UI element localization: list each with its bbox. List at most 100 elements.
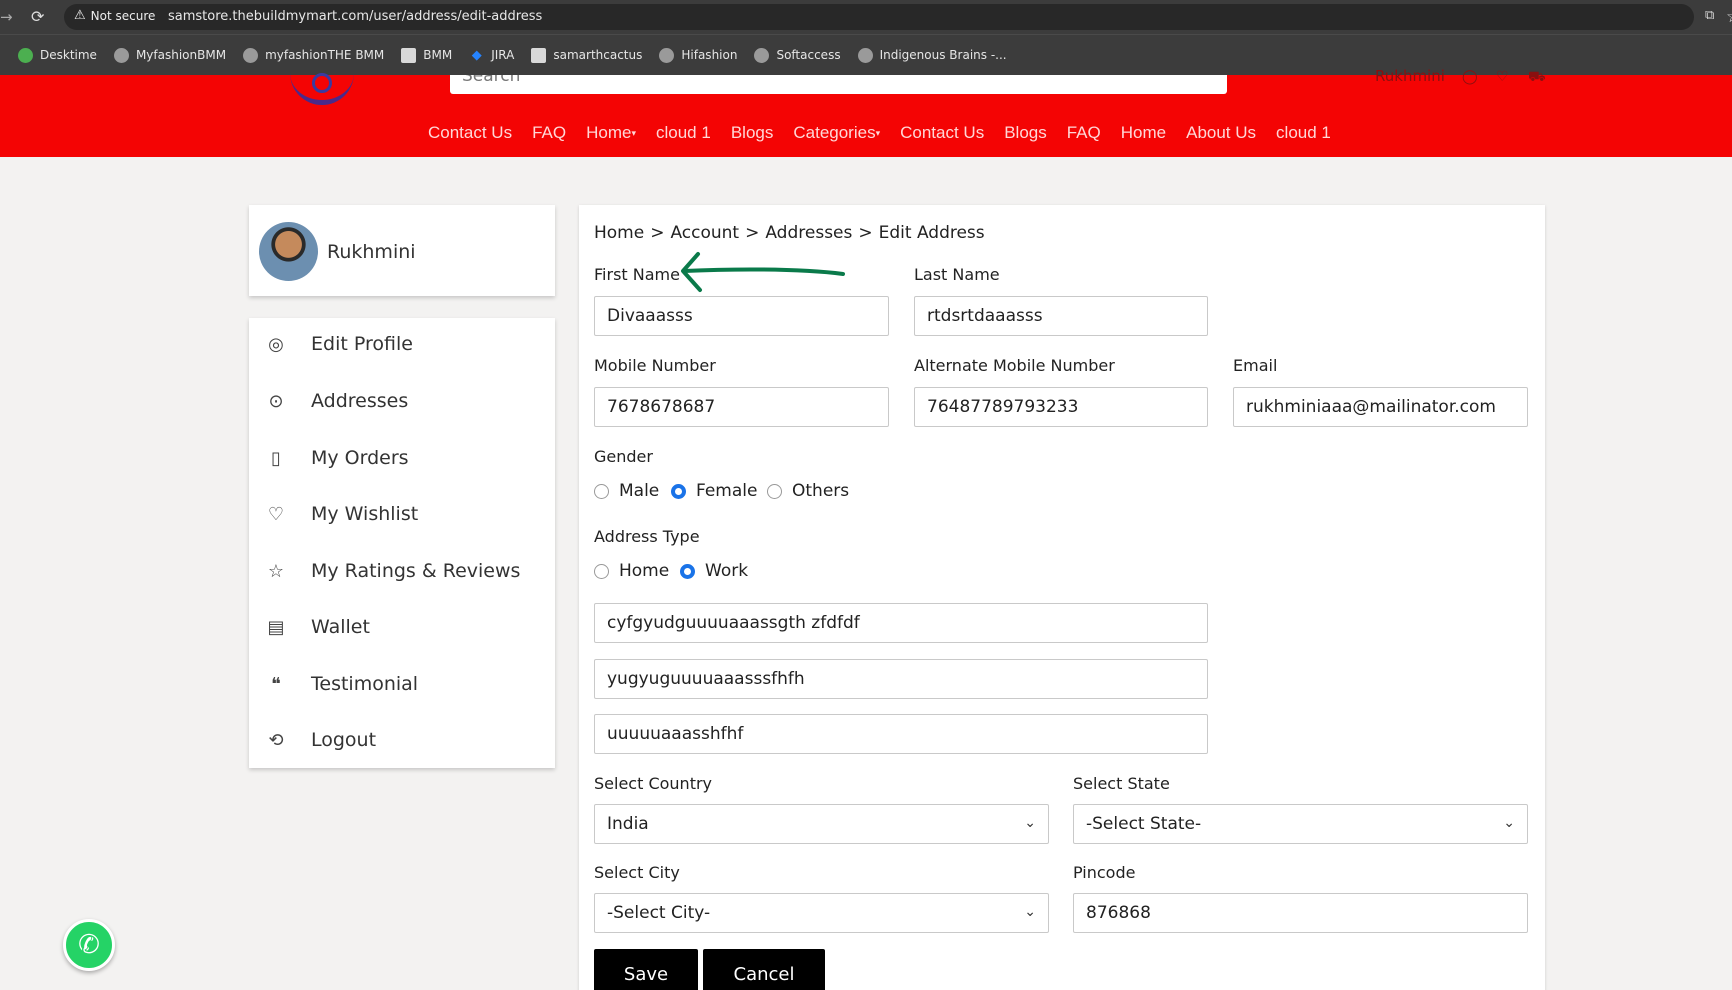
bookmark-bmm[interactable]: BMM xyxy=(401,47,452,63)
gender-label: Gender xyxy=(594,447,653,466)
save-button[interactable]: Save xyxy=(594,949,698,990)
caret-down-icon: ▾ xyxy=(631,128,636,139)
address-type-home-radio[interactable]: Home xyxy=(594,561,669,581)
annotation-arrow xyxy=(681,252,845,292)
radio-unchecked xyxy=(594,483,609,499)
last-name-field[interactable]: rtdsrtdaaasss xyxy=(914,296,1208,336)
security-indicator[interactable]: ⚠ Not secure xyxy=(74,8,155,23)
mobile-field[interactable]: 7678678687 xyxy=(594,387,889,427)
sidebar-item-wallet[interactable]: ▤ Wallet xyxy=(265,612,369,642)
pincode-field[interactable]: 876868 xyxy=(1073,893,1528,933)
last-name-label: Last Name xyxy=(914,265,1000,284)
forward-icon[interactable]: → xyxy=(0,8,13,26)
account-menu: ◎ Edit Profile ⊙ Addresses ▯ My Orders ♡ My … xyxy=(249,318,555,768)
bookmark-desktime[interactable]: Desktime xyxy=(18,47,97,63)
user-icon: ◎ xyxy=(268,333,284,355)
alt-mobile-label: Alternate Mobile Number xyxy=(914,356,1115,375)
sidebar-item-logout[interactable]: ⟲ Logout xyxy=(265,725,376,755)
gender-others-radio[interactable]: Others xyxy=(767,481,849,501)
radio-unchecked xyxy=(767,483,782,499)
nav-categories-dropdown[interactable]: Categories▾ xyxy=(793,123,880,143)
bookmark-myfashionbmm[interactable]: MyfashionBMM xyxy=(113,47,226,63)
email-field[interactable]: rukhminiaaa@mailinator.com xyxy=(1233,387,1528,427)
city-label: Select City xyxy=(594,863,680,882)
bookmark-softaccess[interactable]: Softaccess xyxy=(754,47,841,63)
nav-blogs[interactable]: Blogs xyxy=(731,123,774,143)
warning-icon: ⚠ xyxy=(74,8,86,23)
sidebar-item-testimonial[interactable]: ❝ Testimonial xyxy=(265,669,418,699)
nav-cloud-1[interactable]: cloud 1 xyxy=(656,123,711,143)
bookmark-jira[interactable]: ◆ JIRA xyxy=(469,48,515,63)
desktime-icon xyxy=(18,47,33,63)
breadcrumb-home[interactable]: Home xyxy=(594,223,644,243)
city-select[interactable]: -Select City- ⌄ xyxy=(594,893,1049,933)
user-icon[interactable]: ◯ xyxy=(1462,69,1478,85)
breadcrumb-account[interactable]: Account xyxy=(670,223,739,243)
address-bar[interactable]: ⚠ Not secure samstore.thebuildmymart.com… xyxy=(64,4,1732,30)
bookmark-samarthcactus[interactable]: samarthcactus xyxy=(531,47,642,63)
sidebar-item-my-orders[interactable]: ▯ My Orders xyxy=(265,443,409,473)
address-type-work-radio[interactable]: Work xyxy=(680,561,748,581)
profile-card: Rukhmini xyxy=(249,205,555,296)
bookmark-indigenous-brains[interactable]: Indigenous Brains -... xyxy=(857,47,1007,63)
address-line-3-field[interactable]: uuuuuaaasshfhf xyxy=(594,714,1208,754)
globe-icon xyxy=(754,47,770,63)
breadcrumb-edit-address: Edit Address xyxy=(878,223,985,243)
cart-icon[interactable]: ⛟ xyxy=(1528,69,1546,87)
nav-contact-us-2[interactable]: Contact Us xyxy=(900,123,984,143)
browser-toolbar: → ⟳ ⚠ Not secure samstore.thebuildmymart… xyxy=(0,0,1732,34)
radio-unchecked xyxy=(594,563,609,579)
caret-down-icon: ▾ xyxy=(875,128,881,139)
sidebar-item-edit-profile[interactable]: ◎ Edit Profile xyxy=(265,329,413,359)
first-name-field[interactable]: Divaaasss xyxy=(594,296,889,336)
whatsapp-chat-icon[interactable]: ✆ xyxy=(63,919,115,971)
bookmark-hifashion[interactable]: Hifashion xyxy=(659,47,737,63)
sidebar-item-my-wishlist[interactable]: ♡ My Wishlist xyxy=(265,499,418,529)
nav-contact-us[interactable]: Contact Us xyxy=(428,123,512,143)
mobile-label: Mobile Number xyxy=(594,356,716,375)
nav-home-2[interactable]: Home xyxy=(1121,123,1166,143)
breadcrumb-addresses[interactable]: Addresses xyxy=(765,223,852,243)
location-pin-icon: ⊙ xyxy=(268,390,284,412)
nav-faq-2[interactable]: FAQ xyxy=(1067,123,1101,143)
logout-icon: ⟲ xyxy=(268,729,284,751)
bookmark-star-icon[interactable]: ☆ xyxy=(1726,7,1732,27)
gender-male-radio[interactable]: Male xyxy=(594,481,659,501)
site-header: Search Rukhmini ◯ ♡ ⛟ Contact Us FAQ Hom… xyxy=(0,67,1732,157)
nav-cloud-1-2[interactable]: cloud 1 xyxy=(1276,123,1331,143)
chevron-down-icon: ⌄ xyxy=(1024,815,1036,831)
chevron-down-icon: ⌄ xyxy=(1503,815,1515,831)
edit-address-form: Home > Account > Addresses > Edit Addres… xyxy=(579,205,1545,990)
reload-icon[interactable]: ⟳ xyxy=(31,7,44,26)
globe-icon xyxy=(659,47,675,63)
gender-female-radio[interactable]: Female xyxy=(671,481,757,501)
nav-blogs-2[interactable]: Blogs xyxy=(1004,123,1047,143)
address-line-1-field[interactable]: cyfgyudguuuuaaassgth zfdfdf xyxy=(594,603,1208,643)
nav-faq[interactable]: FAQ xyxy=(532,123,566,143)
main-nav: Contact Us FAQ Home▾ cloud 1 Blogs Categ… xyxy=(428,123,1351,143)
sidebar-item-ratings-reviews[interactable]: ☆ My Ratings & Reviews xyxy=(265,556,521,586)
cancel-button[interactable]: Cancel xyxy=(703,949,825,990)
site-logo[interactable] xyxy=(290,69,354,105)
globe-icon xyxy=(857,47,873,63)
url-text[interactable]: samstore.thebuildmymart.com/user/address… xyxy=(168,9,542,24)
search-input[interactable]: Search xyxy=(450,75,1227,94)
address-type-label: Address Type xyxy=(594,527,700,546)
breadcrumb-separator: > xyxy=(745,223,760,243)
header-user-name[interactable]: Rukhmini xyxy=(1375,67,1445,85)
wallet-icon: ▤ xyxy=(267,616,285,638)
country-select[interactable]: India ⌄ xyxy=(594,804,1049,844)
alt-mobile-field[interactable]: 76487789793233 xyxy=(914,387,1208,427)
nav-home-dropdown[interactable]: Home▾ xyxy=(586,123,636,143)
orders-icon: ▯ xyxy=(271,447,281,469)
bookmark-myfashion-the-bmm[interactable]: myfashionTHE BMM xyxy=(243,47,384,63)
address-line-2-field[interactable]: yugyuguuuuaaasssfhfh xyxy=(594,659,1208,699)
bmm-icon xyxy=(401,47,417,63)
state-select[interactable]: -Select State- ⌄ xyxy=(1073,804,1528,844)
nav-about-us[interactable]: About Us xyxy=(1186,123,1256,143)
heart-icon[interactable]: ♡ xyxy=(1496,69,1509,85)
sidebar-item-addresses[interactable]: ⊙ Addresses xyxy=(265,386,408,416)
profile-name: Rukhmini xyxy=(327,241,416,263)
globe-icon xyxy=(113,47,129,63)
extensions-icon[interactable]: ⧉ xyxy=(1705,8,1714,23)
